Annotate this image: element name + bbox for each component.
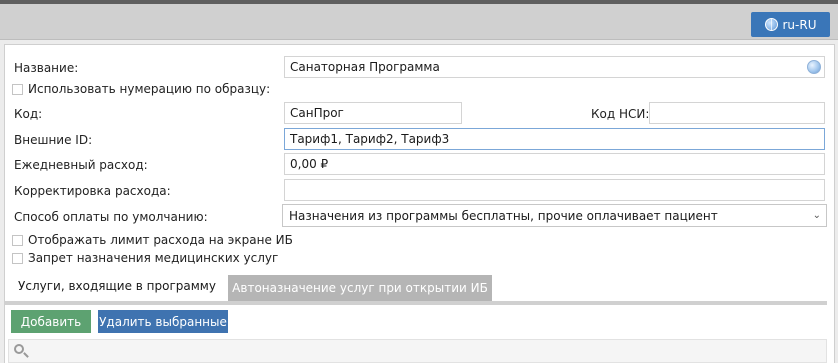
tab-auto-assign[interactable]: Автоназначение услуг при открытии ИБ bbox=[228, 275, 492, 301]
payment-method-label: Способ оплаты по умолчанию: bbox=[14, 210, 208, 224]
search-icon bbox=[14, 344, 24, 354]
tab-program-services[interactable]: Услуги, входящие в программу bbox=[12, 271, 222, 301]
external-id-label: Внешние ID: bbox=[14, 133, 93, 147]
daily-expense-field[interactable]: 0,00 ₽ bbox=[284, 153, 825, 175]
language-label: ru-RU bbox=[782, 17, 817, 32]
add-button-label: Добавить bbox=[20, 314, 82, 329]
daily-expense-value: 0,00 ₽ bbox=[290, 157, 329, 171]
daily-expense-label: Ежедневный расход: bbox=[14, 158, 148, 172]
payment-method-value: Назначения из программы бесплатны, прочи… bbox=[289, 209, 718, 223]
tab-auto-assign-label: Автоназначение услуг при открытии ИБ bbox=[232, 281, 488, 295]
name-value: Санаторная Программа bbox=[290, 60, 440, 74]
delete-selected-button[interactable]: Удалить выбранные bbox=[98, 310, 228, 333]
external-id-value: Тариф1, Тариф2, Тариф3 bbox=[290, 132, 450, 146]
search-input[interactable] bbox=[8, 339, 827, 363]
use-numbering-label: Использовать нумерацию по образцу: bbox=[28, 82, 271, 96]
translate-globe-icon[interactable] bbox=[807, 60, 821, 74]
code-field[interactable]: СанПрог bbox=[284, 102, 462, 124]
show-limit-label: Отображать лимит расхода на экране ИБ bbox=[28, 233, 293, 247]
external-id-field[interactable]: Тариф1, Тариф2, Тариф3 bbox=[284, 128, 825, 150]
name-label: Название: bbox=[14, 61, 79, 75]
header-bar: ru-RU bbox=[0, 4, 838, 40]
code-label: Код: bbox=[14, 107, 43, 121]
delete-selected-label: Удалить выбранные bbox=[99, 314, 227, 329]
code-value: СанПрог bbox=[290, 106, 344, 120]
show-limit-checkbox[interactable] bbox=[12, 235, 23, 246]
name-field[interactable]: Санаторная Программа bbox=[284, 56, 825, 78]
tab-program-services-label: Услуги, входящие в программу bbox=[18, 279, 216, 293]
nsi-code-field[interactable] bbox=[649, 102, 825, 124]
ban-services-label: Запрет назначения медицинских услуг bbox=[28, 251, 279, 265]
payment-method-select[interactable]: Назначения из программы бесплатны, прочи… bbox=[282, 204, 827, 227]
ban-services-checkbox[interactable] bbox=[12, 253, 23, 264]
add-button[interactable]: Добавить bbox=[11, 310, 91, 333]
nsi-code-label: Код НСИ: bbox=[591, 107, 650, 121]
globe-icon bbox=[764, 18, 778, 31]
language-button[interactable]: ru-RU bbox=[751, 12, 830, 37]
chevron-down-icon: ⌄ bbox=[812, 210, 821, 221]
expense-adjustment-field[interactable] bbox=[284, 179, 825, 201]
expense-adjustment-label: Корректировка расхода: bbox=[14, 184, 171, 198]
use-numbering-checkbox[interactable] bbox=[12, 84, 23, 95]
tab-strip bbox=[4, 301, 827, 305]
